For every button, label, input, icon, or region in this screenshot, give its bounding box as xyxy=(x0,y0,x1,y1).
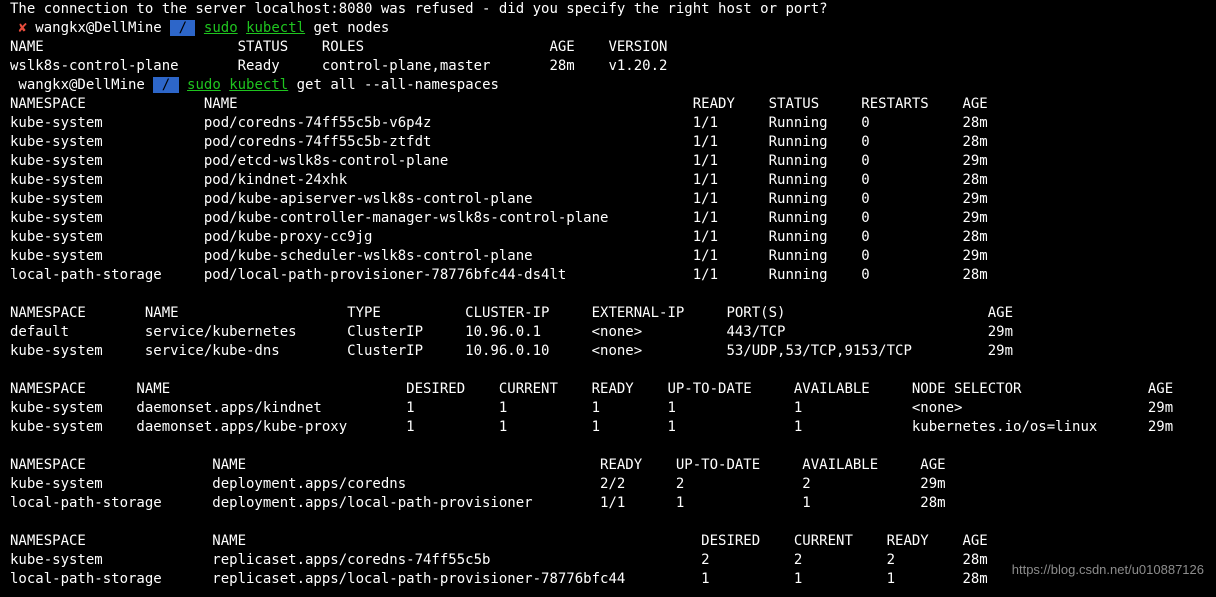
replicasets-header: NAMESPACE NAME DESIRED CURRENT READY AGE xyxy=(10,532,1206,551)
pods-row: local-path-storage pod/local-path-provis… xyxy=(10,266,1206,285)
services-row: default service/kubernetes ClusterIP 10.… xyxy=(10,323,1206,342)
services-header: NAMESPACE NAME TYPE CLUSTER-IP EXTERNAL-… xyxy=(10,304,1206,323)
blank xyxy=(10,437,1206,456)
pods-row: kube-system pod/kube-apiserver-wslk8s-co… xyxy=(10,190,1206,209)
pods-row: kube-system pod/kube-proxy-cc9jg 1/1 Run… xyxy=(10,228,1206,247)
daemonsets-row: kube-system daemonset.apps/kube-proxy 1 … xyxy=(10,418,1206,437)
pods-row: kube-system pod/kube-controller-manager-… xyxy=(10,209,1206,228)
deployments-row: local-path-storage deployment.apps/local… xyxy=(10,494,1206,513)
prompt-get-nodes: ✘ wangkx@DellMine / sudo kubectl get nod… xyxy=(10,19,1206,38)
nodes-header: NAME STATUS ROLES AGE VERSION xyxy=(10,38,1206,57)
watermark: https://blog.csdn.net/u010887126 xyxy=(1012,560,1204,579)
pods-row: kube-system pod/coredns-74ff55c5b-v6p4z … xyxy=(10,114,1206,133)
blank xyxy=(10,361,1206,380)
deployments-header: NAMESPACE NAME READY UP-TO-DATE AVAILABL… xyxy=(10,456,1206,475)
pods-row: kube-system pod/etcd-wslk8s-control-plan… xyxy=(10,152,1206,171)
pods-header: NAMESPACE NAME READY STATUS RESTARTS AGE xyxy=(10,95,1206,114)
pods-row: kube-system pod/kube-scheduler-wslk8s-co… xyxy=(10,247,1206,266)
daemonsets-row: kube-system daemonset.apps/kindnet 1 1 1… xyxy=(10,399,1206,418)
blank xyxy=(10,285,1206,304)
pods-row: kube-system pod/coredns-74ff55c5b-ztfdt … xyxy=(10,133,1206,152)
pods-row: kube-system pod/kindnet-24xhk 1/1 Runnin… xyxy=(10,171,1206,190)
prompt-get-all: wangkx@DellMine / sudo kubectl get all -… xyxy=(10,76,1206,95)
blank xyxy=(10,513,1206,532)
connection-error: The connection to the server localhost:8… xyxy=(10,0,1206,19)
daemonsets-header: NAMESPACE NAME DESIRED CURRENT READY UP-… xyxy=(10,380,1206,399)
nodes-row: wslk8s-control-plane Ready control-plane… xyxy=(10,57,1206,76)
services-row: kube-system service/kube-dns ClusterIP 1… xyxy=(10,342,1206,361)
terminal[interactable]: The connection to the server localhost:8… xyxy=(0,0,1216,589)
deployments-row: kube-system deployment.apps/coredns 2/2 … xyxy=(10,475,1206,494)
